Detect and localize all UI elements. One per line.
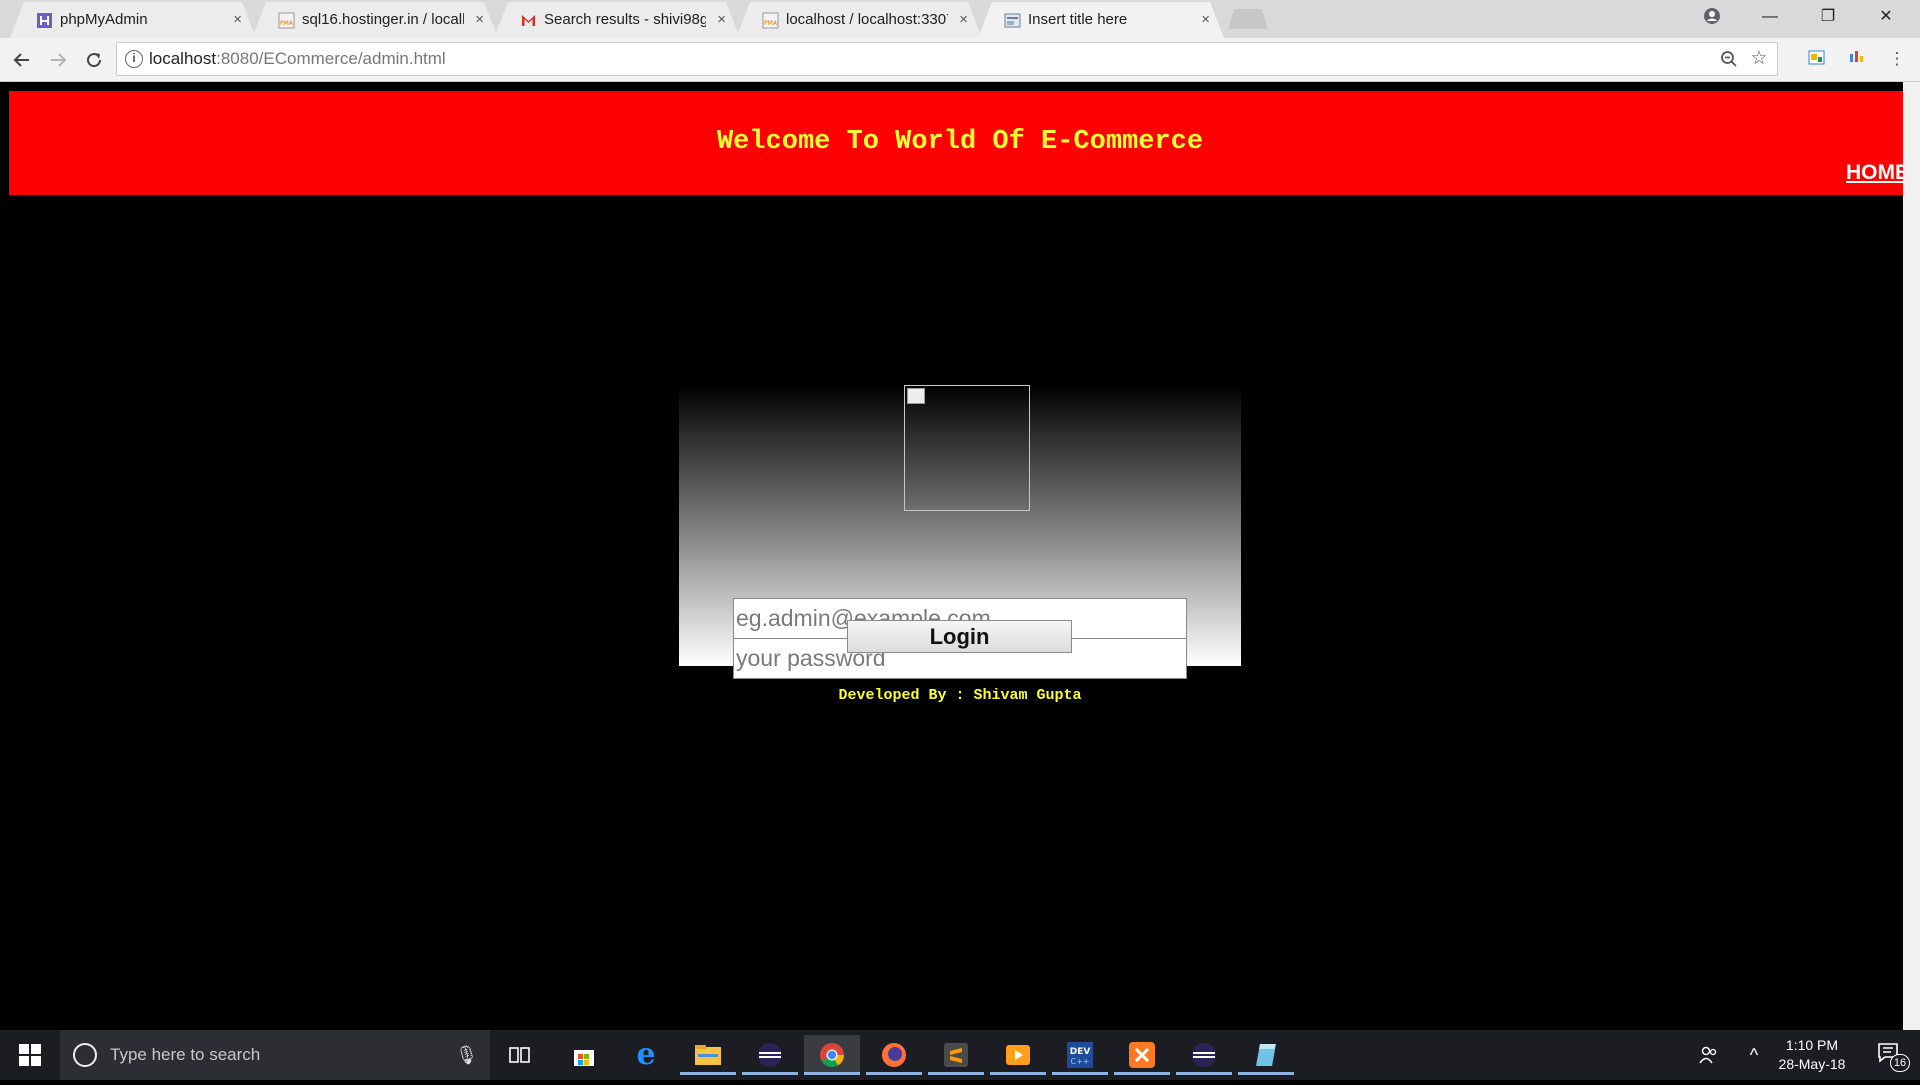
login-button[interactable]: Login	[847, 620, 1072, 653]
file-explorer-icon[interactable]	[680, 1035, 736, 1075]
back-arrow-icon	[13, 53, 29, 67]
page-icon	[1004, 13, 1021, 28]
forward-arrow-icon	[51, 53, 67, 67]
profile-icon[interactable]	[1684, 0, 1740, 34]
pma-icon: PMA	[762, 12, 779, 29]
eclipse-icon[interactable]	[742, 1035, 798, 1075]
taskbar-search[interactable]: Type here to search 🎙	[60, 1030, 490, 1080]
tab-insert-title[interactable]: Insert title here ×	[978, 2, 1224, 38]
eclipse-icon[interactable]	[1176, 1035, 1232, 1075]
phpmyadmin-icon	[37, 13, 52, 28]
taskbar: Type here to search 🎙 e DEV C++ ^ 1:10 P…	[0, 1030, 1920, 1080]
people-icon[interactable]	[1690, 1030, 1726, 1080]
info-icon[interactable]: i	[125, 50, 143, 68]
clock-time: 1:10 PM	[1785, 1037, 1839, 1053]
page-title: Welcome To World Of E-Commerce	[716, 127, 1204, 157]
broken-image-icon	[907, 388, 925, 404]
broken-image	[904, 385, 1030, 511]
microphone-icon[interactable]: 🎙	[455, 1030, 478, 1080]
page-viewport: Welcome To World Of E-Commerce HOME Logi…	[0, 82, 1920, 1030]
extension-icon[interactable]	[1846, 48, 1868, 70]
address-bar[interactable]: i localhost:8080/ECommerce/admin.html ☆	[116, 42, 1778, 76]
reload-button[interactable]	[78, 44, 110, 76]
app-icon[interactable]	[1238, 1035, 1294, 1075]
tab-title: Insert title here	[1028, 11, 1128, 28]
minimize-button[interactable]: —	[1742, 0, 1798, 34]
new-tab-button[interactable]	[1228, 9, 1268, 29]
home-link[interactable]: HOME	[1846, 161, 1909, 185]
close-window-button[interactable]: ✕	[1858, 0, 1914, 34]
cortana-icon	[73, 1043, 97, 1067]
task-view-icon[interactable]	[492, 1035, 548, 1075]
tab-phpmyadmin[interactable]: phpMyAdmin ×	[10, 2, 256, 38]
pma-icon: PMA	[278, 12, 295, 29]
forward-button[interactable]	[42, 44, 74, 76]
login-form: Login	[679, 384, 1241, 679]
xampp-icon[interactable]	[1114, 1035, 1170, 1075]
notifications-icon[interactable]: 16	[1864, 1030, 1914, 1080]
extension-icon[interactable]	[1806, 48, 1828, 70]
zoom-icon[interactable]	[1717, 47, 1741, 71]
close-icon[interactable]: ×	[959, 2, 968, 38]
close-icon[interactable]: ×	[717, 2, 726, 38]
start-button[interactable]	[0, 1030, 60, 1080]
browser-tab-bar: phpMyAdmin × PMA sql16.hostinger.in / lo…	[0, 0, 1920, 38]
tab-localhost-pma[interactable]: PMA localhost / localhost:3307 ×	[736, 2, 982, 38]
site-header: Welcome To World Of E-Commerce HOME	[9, 91, 1911, 195]
back-button[interactable]	[6, 44, 38, 76]
close-icon[interactable]: ×	[233, 2, 242, 38]
media-player-icon[interactable]	[990, 1035, 1046, 1075]
tab-title: localhost / localhost:3307	[786, 11, 948, 28]
tab-title: sql16.hostinger.in / localh	[302, 11, 464, 28]
svg-text:PMA: PMA	[764, 20, 778, 27]
bookmark-star-icon[interactable]: ☆	[1747, 47, 1771, 71]
clock-date: 28-May-18	[1778, 1056, 1846, 1072]
svg-text:PMA: PMA	[280, 20, 294, 27]
menu-icon[interactable]: ⋮	[1886, 48, 1908, 70]
tab-title: phpMyAdmin	[60, 11, 148, 28]
edge-icon[interactable]: e	[618, 1035, 674, 1075]
windows-logo-icon	[19, 1044, 41, 1066]
clock[interactable]: 1:10 PM 28-May-18	[1770, 1030, 1854, 1080]
firefox-icon[interactable]	[866, 1035, 922, 1075]
address-url[interactable]: localhost:8080/ECommerce/admin.html	[149, 43, 446, 75]
svg-text:DEV: DEV	[1070, 1047, 1091, 1057]
restore-button[interactable]: ❐	[1800, 0, 1856, 34]
tab-title: Search results - shivi98g@	[544, 11, 706, 28]
gmail-icon	[522, 15, 535, 26]
svg-text:C++: C++	[1071, 1057, 1090, 1066]
chrome-icon[interactable]	[804, 1035, 860, 1075]
tab-sql16-hostinger[interactable]: PMA sql16.hostinger.in / localh ×	[252, 2, 498, 38]
devcpp-icon[interactable]: DEV C++	[1052, 1035, 1108, 1075]
developer-credit: Developed By : Shivam Gupta	[838, 687, 1082, 704]
notification-badge: 16	[1890, 1054, 1910, 1072]
store-icon[interactable]	[556, 1035, 612, 1075]
search-placeholder: Type here to search	[110, 1045, 261, 1064]
browser-toolbar: i localhost:8080/ECommerce/admin.html ☆ …	[0, 38, 1920, 82]
close-icon[interactable]: ×	[1201, 2, 1210, 38]
sublime-text-icon[interactable]	[928, 1035, 984, 1075]
reload-icon	[87, 53, 102, 68]
close-icon[interactable]: ×	[475, 2, 484, 38]
chevron-up-icon[interactable]: ^	[1736, 1030, 1772, 1080]
tab-gmail-search[interactable]: Search results - shivi98g@ ×	[494, 2, 740, 38]
scrollbar[interactable]	[1903, 82, 1920, 1030]
